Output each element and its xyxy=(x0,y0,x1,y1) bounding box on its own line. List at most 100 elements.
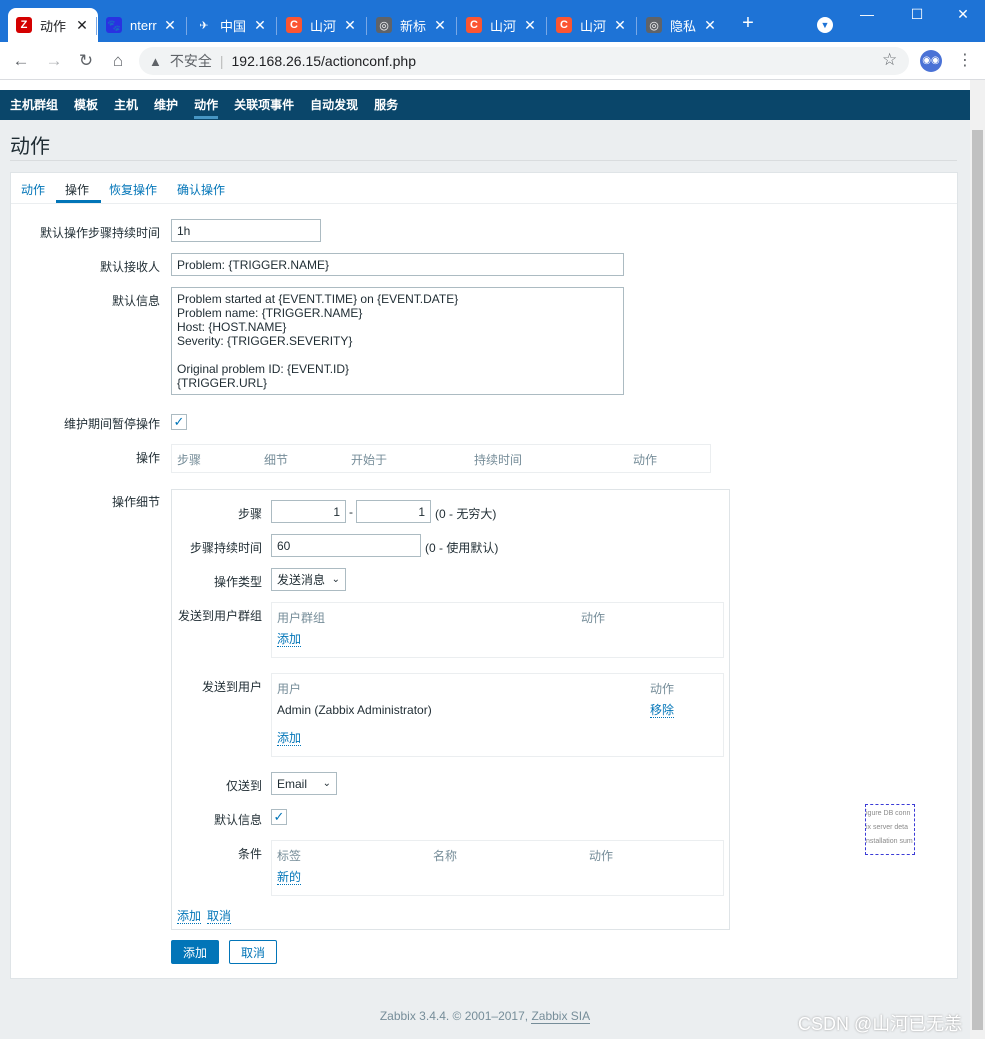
new-tab-button[interactable]: + xyxy=(738,12,758,35)
send-only-to-label: 仅送到 xyxy=(225,779,262,793)
tab-recovery-operations[interactable]: 恢复操作 xyxy=(109,181,157,198)
tab-acknowledge-operations[interactable]: 确认操作 xyxy=(177,181,225,198)
operations-table: 步骤 细节 开始于 持续时间 动作 xyxy=(171,444,711,473)
new-condition-link[interactable]: 新的 xyxy=(277,870,302,885)
title-divider xyxy=(10,160,957,161)
browser-tab-title: 山河 xyxy=(310,18,337,34)
page-top-strip xyxy=(0,80,970,90)
maximize-icon[interactable]: ☐ xyxy=(902,6,932,23)
send-only-to-select[interactable]: Email ⌄ xyxy=(271,772,337,795)
tab-action[interactable]: 动作 xyxy=(21,181,45,198)
step-duration-input[interactable]: 60 xyxy=(271,534,421,557)
add-user-group-link[interactable]: 添加 xyxy=(277,632,302,647)
bookmark-star-icon[interactable]: ☆ xyxy=(882,50,897,70)
default-message-checkbox[interactable]: ✓ xyxy=(271,809,287,825)
users-col-action: 动作 xyxy=(650,682,675,696)
browser-tab[interactable]: C 山河 ✕ xyxy=(278,8,366,42)
home-icon[interactable]: ⌂ xyxy=(107,50,129,72)
csdn-icon: C xyxy=(556,17,572,33)
default-subject-label: 默认接收人 xyxy=(99,260,160,274)
default-message-textarea[interactable]: Problem started at {EVENT.TIME} on {EVEN… xyxy=(171,287,624,395)
browser-tab-title: 山河 xyxy=(580,18,607,34)
browser-menu-icon[interactable]: ⋮ xyxy=(957,50,973,70)
browser-tab-title: 新标 xyxy=(400,18,427,34)
profile-avatar-icon[interactable]: ◉◉ xyxy=(920,50,942,72)
main-menu-item[interactable]: 动作 xyxy=(186,90,226,120)
overlay-line-1: igure DB conn xyxy=(866,810,911,817)
tab-search-icon[interactable]: ▼ xyxy=(817,17,833,33)
close-tab-icon[interactable]: ✕ xyxy=(342,17,358,34)
step-from-input[interactable]: 1 xyxy=(271,500,346,523)
browser-tab[interactable]: 🐾 nterr ✕ xyxy=(98,8,186,42)
default-message-checkbox-label: 默认信息 xyxy=(213,813,262,827)
main-menu-item[interactable]: 主机群组 xyxy=(0,90,66,120)
details-cancel-link[interactable]: 取消 xyxy=(207,909,232,924)
chevron-down-icon: ⌄ xyxy=(322,778,331,789)
main-menu-item[interactable]: 服务 xyxy=(366,90,406,120)
close-tab-icon[interactable]: ✕ xyxy=(162,17,178,34)
insecure-label: 不安全 xyxy=(169,53,212,69)
groups-col-action: 动作 xyxy=(581,611,606,625)
tab-separator xyxy=(186,17,187,35)
browser-tab[interactable]: C 山河 ✕ xyxy=(548,8,636,42)
zabbix-icon: Z xyxy=(16,17,32,33)
default-step-duration-input[interactable]: 1h xyxy=(171,219,321,242)
send-only-to-value: Email xyxy=(277,776,308,791)
add-button[interactable]: 添加 xyxy=(171,940,219,964)
browser-tab[interactable]: C 山河 ✕ xyxy=(458,8,546,42)
close-tab-icon[interactable]: ✕ xyxy=(702,17,718,34)
groups-col-group: 用户群组 xyxy=(277,611,326,625)
csdn-icon: C xyxy=(466,17,482,33)
forward-arrow-icon[interactable]: → xyxy=(43,50,65,72)
page-title: 动作 xyxy=(10,136,50,158)
main-menu: 主机群组 模板 主机 维护 动作 关联项事件 自动发现 服务 xyxy=(0,90,970,120)
main-menu-item[interactable]: 维护 xyxy=(146,90,186,120)
add-user-link[interactable]: 添加 xyxy=(277,731,302,746)
browser-tab-title: 中国 xyxy=(220,18,247,34)
step-to-input[interactable]: 1 xyxy=(356,500,431,523)
close-window-icon[interactable]: ✕ xyxy=(948,6,978,23)
omnibox-divider: | xyxy=(219,53,224,69)
tab-separator xyxy=(546,17,547,35)
operations-label: 操作 xyxy=(135,451,160,465)
tab-operations[interactable]: 操作 xyxy=(65,181,89,198)
back-arrow-icon[interactable]: ← xyxy=(10,50,32,72)
close-tab-icon[interactable]: ✕ xyxy=(522,17,538,34)
close-tab-icon[interactable]: ✕ xyxy=(612,17,628,34)
main-menu-item[interactable]: 自动发现 xyxy=(302,90,366,120)
minimize-icon[interactable]: — xyxy=(852,6,882,22)
scrollbar-thumb[interactable] xyxy=(972,130,983,1030)
close-tab-icon[interactable]: ✕ xyxy=(74,17,90,34)
browser-tab-title: nterr xyxy=(130,17,157,33)
cancel-button[interactable]: 取消 xyxy=(229,940,277,964)
main-menu-item[interactable]: 关联项事件 xyxy=(226,90,302,120)
tab-separator xyxy=(366,17,367,35)
main-menu-item[interactable]: 主机 xyxy=(106,90,146,120)
operation-type-select[interactable]: 发送消息 ⌄ xyxy=(271,568,346,591)
baidu-paw-icon: 🐾 xyxy=(106,17,122,33)
users-table: 用户 动作 Admin (Zabbix Administrator) 移除 添加 xyxy=(271,673,724,757)
tab-active-underline xyxy=(56,200,101,203)
default-subject-input[interactable]: Problem: {TRIGGER.NAME} xyxy=(171,253,624,276)
conditions-col-label: 标签 xyxy=(277,849,302,863)
user-row-name: Admin (Zabbix Administrator) xyxy=(277,703,432,717)
browser-tab[interactable]: ◎ 隐私 ✕ xyxy=(638,8,726,42)
remove-user-link[interactable]: 移除 xyxy=(650,703,675,718)
browser-tab[interactable]: Z 动作 ✕ xyxy=(8,8,98,42)
tab-separator xyxy=(636,17,637,35)
warning-triangle-icon: ▲ xyxy=(149,53,162,69)
browser-tab[interactable]: ◎ 新标 ✕ xyxy=(368,8,456,42)
url-text[interactable]: 192.168.26.15/actionconf.php xyxy=(232,53,417,69)
reload-icon[interactable]: ↻ xyxy=(75,50,97,72)
omnibox[interactable]: ▲ 不安全 | 192.168.26.15/actionconf.php xyxy=(139,47,909,75)
china-site-icon: ✈ xyxy=(196,17,212,33)
browser-tab-title: 动作 xyxy=(40,18,67,34)
pause-in-maintenance-checkbox[interactable]: ✓ xyxy=(171,414,187,430)
browser-tab[interactable]: ✈ 中国 ✕ xyxy=(188,8,276,42)
users-col-user: 用户 xyxy=(277,682,302,696)
footer-link[interactable]: Zabbix SIA xyxy=(531,1009,591,1024)
close-tab-icon[interactable]: ✕ xyxy=(252,17,268,34)
main-menu-item[interactable]: 模板 xyxy=(66,90,106,120)
close-tab-icon[interactable]: ✕ xyxy=(432,17,448,34)
details-add-link[interactable]: 添加 xyxy=(177,909,202,924)
